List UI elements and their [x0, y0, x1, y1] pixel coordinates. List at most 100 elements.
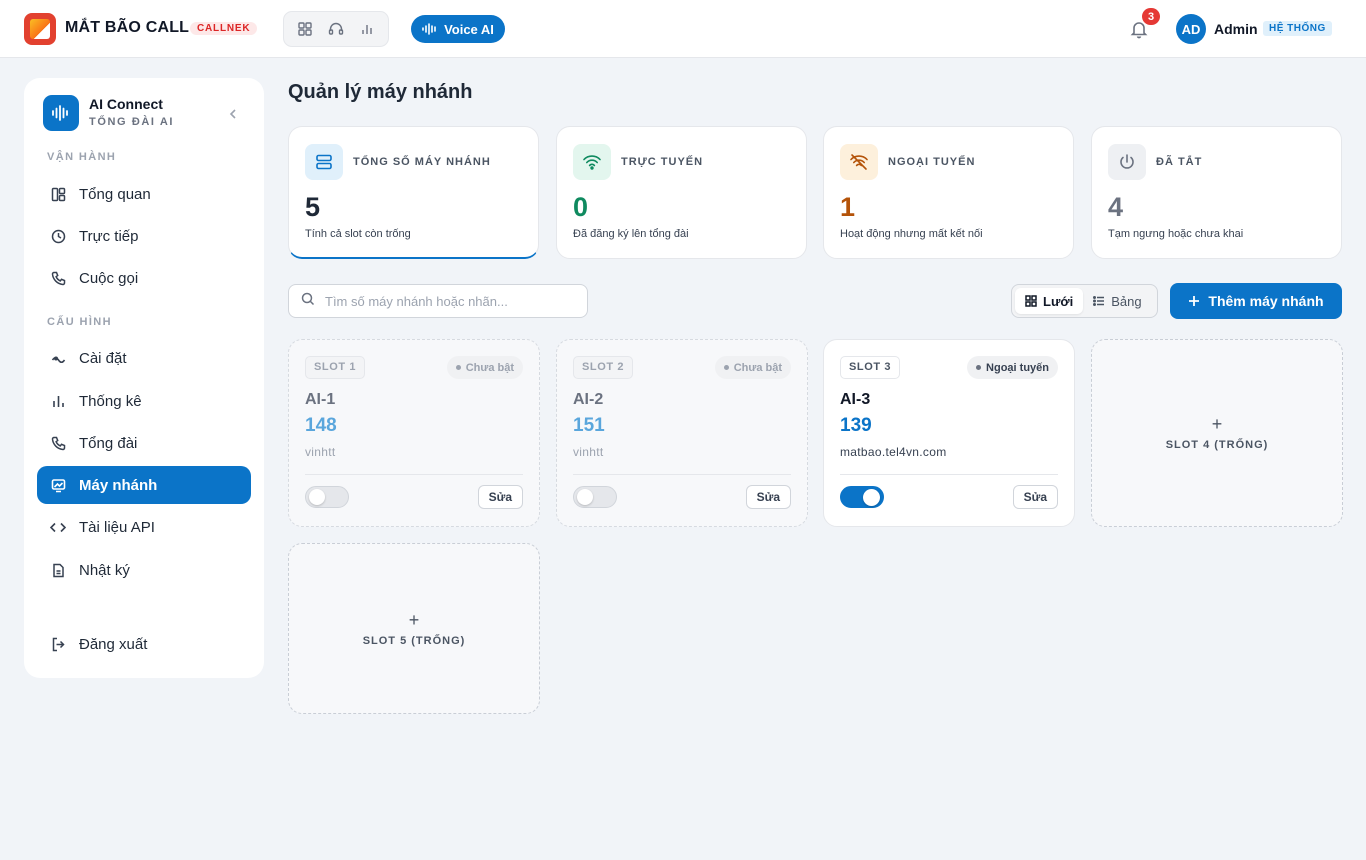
status-dot-icon — [723, 365, 729, 370]
empty-slot-label: SLOT 5 (TRỐNG) — [362, 634, 466, 647]
voice-ai-label: Voice AI — [444, 21, 494, 37]
sidebar-item-live[interactable]: Trực tiếp — [37, 217, 251, 255]
status-text: Ngoại tuyến — [986, 361, 1049, 374]
stat-value: 4 — [1108, 192, 1124, 222]
sidebar: AI Connect TỔNG ĐÀI AI VẬN HÀNH Tổng qua… — [24, 78, 264, 678]
extension-host: vinhtt — [305, 445, 336, 459]
stat-description: Tạm ngưng hoặc chưa khai — [1108, 228, 1244, 240]
extension-card[interactable]: SLOT 1 Chưa bật AI-1 148 vinhtt Sửa — [288, 339, 540, 527]
sidebar-item-statistics[interactable]: Thống kê — [37, 382, 251, 420]
add-extension-button[interactable]: Thêm máy nhánh — [1170, 283, 1342, 319]
brand-logo[interactable] — [24, 13, 56, 45]
sidebar-item-overview[interactable]: Tổng quan — [37, 175, 251, 213]
extension-number: 151 — [573, 415, 605, 436]
slot-tag: SLOT 2 — [573, 356, 634, 379]
chevron-left-icon[interactable] — [224, 105, 242, 123]
sidebar-item-calls[interactable]: Cuộc gọi — [37, 259, 251, 297]
user-role-badge: HỆ THỐNG — [1263, 21, 1332, 36]
view-table-button[interactable]: Bảng — [1083, 288, 1151, 314]
sidebar-item-extensions[interactable]: Máy nhánh — [37, 466, 251, 504]
extension-name: AI-2 — [573, 391, 604, 408]
sidebar-item-label: Cài đặt — [79, 349, 127, 367]
stat-value: 5 — [305, 192, 321, 222]
sidebar-item-label: Cuộc gọi — [79, 269, 139, 287]
phone-icon — [50, 270, 66, 286]
stat-label: TỔNG SỐ MÁY NHÁNH — [353, 156, 491, 168]
sidebar-item-label: Tổng đài — [79, 434, 138, 452]
view-grid-button[interactable]: Lưới — [1015, 288, 1084, 314]
enable-toggle[interactable] — [573, 486, 617, 508]
grid-icon — [50, 186, 66, 202]
stat-card-offline[interactable]: NGOẠI TUYẾN 1 Hoạt động nhưng mất kết nố… — [823, 126, 1074, 259]
wifi-icon — [573, 144, 611, 180]
edit-button[interactable]: Sửa — [745, 485, 791, 509]
monitor-icon — [50, 477, 66, 493]
brand-name: MẮT BÃO CALL — [65, 19, 190, 36]
empty-slot-card[interactable]: + SLOT 4 (TRỐNG) — [1091, 339, 1343, 527]
list-icon — [1093, 296, 1105, 306]
stat-card-total[interactable]: TỔNG SỐ MÁY NHÁNH 5 Tính cả slot còn trố… — [288, 126, 539, 259]
stat-label: NGOẠI TUYẾN — [888, 156, 976, 168]
sidebar-item-switchboard[interactable]: Tổng đài — [37, 424, 251, 462]
grid-icon[interactable] — [295, 19, 315, 39]
status-badge: Chưa bật — [446, 356, 523, 379]
sidebar-item-label: Tổng quan — [79, 185, 151, 203]
clock-icon — [50, 228, 66, 244]
bar-chart-icon — [50, 393, 66, 409]
search-input[interactable] — [325, 293, 565, 309]
sidebar-item-logs[interactable]: Nhật ký — [37, 551, 251, 589]
logout-button[interactable]: Đăng xuất — [37, 625, 251, 663]
code-icon — [50, 519, 66, 535]
stat-label: ĐÃ TẮT — [1156, 156, 1203, 168]
extension-name: AI-3 — [840, 391, 871, 408]
bar-chart-icon[interactable] — [357, 19, 377, 39]
sidebar-item-label: Trực tiếp — [79, 227, 139, 245]
status-dot-icon — [976, 365, 982, 370]
logout-icon — [50, 636, 66, 652]
document-icon — [50, 562, 66, 578]
status-badge: Chưa bật — [714, 356, 791, 379]
top-bar: MẮT BÃO CALL CALLNEK Voice AI 3 AD Admin… — [0, 0, 1366, 58]
enable-toggle[interactable] — [840, 486, 884, 508]
notification-count-badge: 3 — [1142, 8, 1160, 25]
stat-card-disabled[interactable]: ĐÃ TẮT 4 Tạm ngưng hoặc chưa khai — [1091, 126, 1342, 259]
edit-button[interactable]: Sửa — [1012, 485, 1058, 509]
plus-icon: + — [1211, 414, 1223, 434]
user-avatar[interactable]: AD — [1176, 14, 1206, 44]
stat-card-online[interactable]: TRỰC TUYẾN 0 Đã đăng ký lên tổng đài — [556, 126, 807, 259]
edit-button[interactable]: Sửa — [477, 485, 523, 509]
section-label-operations: VẬN HÀNH — [47, 151, 117, 163]
empty-slot-card[interactable]: + SLOT 5 (TRỐNG) — [288, 543, 540, 714]
stat-description: Tính cả slot còn trống — [305, 228, 411, 240]
power-icon — [1108, 144, 1146, 180]
extension-card[interactable]: SLOT 2 Chưa bật AI-2 151 vinhtt Sửa — [556, 339, 808, 527]
divider — [840, 474, 1058, 475]
extension-number: 148 — [305, 415, 337, 436]
extension-card[interactable]: SLOT 3 Ngoại tuyến AI-3 139 matbao.tel4v… — [823, 339, 1075, 527]
sidebar-item-label: Tài liệu API — [79, 518, 155, 536]
wifi-off-icon — [840, 144, 878, 180]
plus-icon — [1189, 296, 1200, 306]
empty-slot-label: SLOT 4 (TRỐNG) — [1165, 439, 1269, 451]
plus-icon: + — [408, 609, 420, 630]
sidebar-item-settings[interactable]: Cài đặt — [37, 339, 251, 377]
status-text: Chưa bật — [465, 361, 514, 374]
status-dot-icon — [455, 365, 461, 370]
extension-host: matbao.tel4vn.com — [840, 445, 947, 459]
grid-icon — [1025, 295, 1037, 307]
stat-description: Đã đăng ký lên tổng đài — [573, 228, 689, 240]
headset-icon[interactable] — [326, 19, 346, 39]
sidebar-title: AI Connect — [89, 96, 163, 112]
sidebar-item-label: Nhật ký — [79, 561, 130, 579]
user-name[interactable]: Admin — [1214, 21, 1258, 37]
phone-icon — [50, 435, 66, 451]
sidebar-item-api-docs[interactable]: Tài liệu API — [37, 508, 251, 546]
extension-name: AI-1 — [305, 391, 336, 408]
soundwave-icon — [43, 95, 79, 131]
server-icon — [305, 144, 343, 180]
voice-ai-button[interactable]: Voice AI — [411, 15, 505, 43]
brand-tag: CALLNEK — [190, 22, 258, 35]
settings-icon — [50, 350, 66, 366]
enable-toggle[interactable] — [305, 486, 349, 508]
view-grid-label: Lưới — [1043, 293, 1074, 309]
